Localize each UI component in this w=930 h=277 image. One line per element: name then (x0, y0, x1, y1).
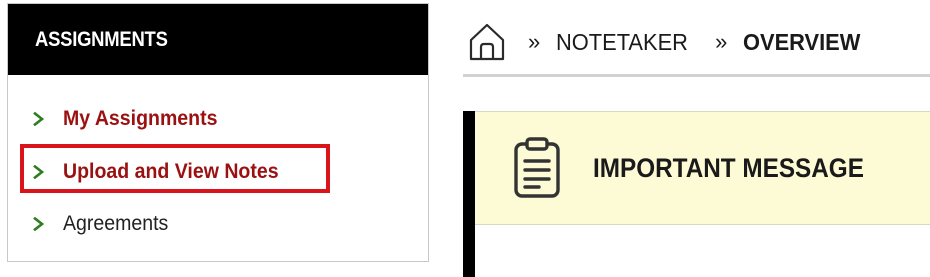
breadcrumb: » NOTETAKER » OVERVIEW (468, 22, 887, 62)
home-icon[interactable] (468, 22, 506, 62)
chevron-right-icon (33, 217, 63, 231)
message-accent-bar (463, 111, 475, 277)
sidebar-item-label: Upload and View Notes (63, 160, 279, 183)
sidebar-item-label: My Assignments (63, 107, 218, 130)
sidebar-item-label: Agreements (63, 212, 169, 235)
breadcrumb-overview: OVERVIEW (743, 28, 861, 55)
sidebar-header: ASSIGNMENTS (8, 4, 428, 75)
chevron-right-icon (33, 112, 63, 126)
sidebar-item-my-assignments[interactable]: My Assignments (8, 101, 229, 137)
important-message-card: IMPORTANT MESSAGE (463, 111, 930, 277)
message-title: IMPORTANT MESSAGE (593, 152, 864, 183)
page: ASSIGNMENTS My Assignments Upload and Vi… (0, 0, 930, 277)
message-header: IMPORTANT MESSAGE (475, 111, 930, 225)
breadcrumb-notetaker[interactable]: NOTETAKER (556, 29, 688, 56)
sidebar-title: ASSIGNMENTS (35, 27, 168, 51)
chevron-right-icon (33, 165, 63, 179)
breadcrumb-separator: » (528, 29, 541, 54)
clipboard-icon (513, 137, 561, 199)
header-divider (463, 74, 930, 77)
sidebar-item-upload-and-view-notes[interactable]: Upload and View Notes (8, 154, 295, 190)
sidebar-item-agreements[interactable]: Agreements (8, 206, 176, 242)
assignments-sidebar: ASSIGNMENTS My Assignments Upload and Vi… (7, 3, 429, 262)
breadcrumb-separator: » (715, 29, 728, 54)
